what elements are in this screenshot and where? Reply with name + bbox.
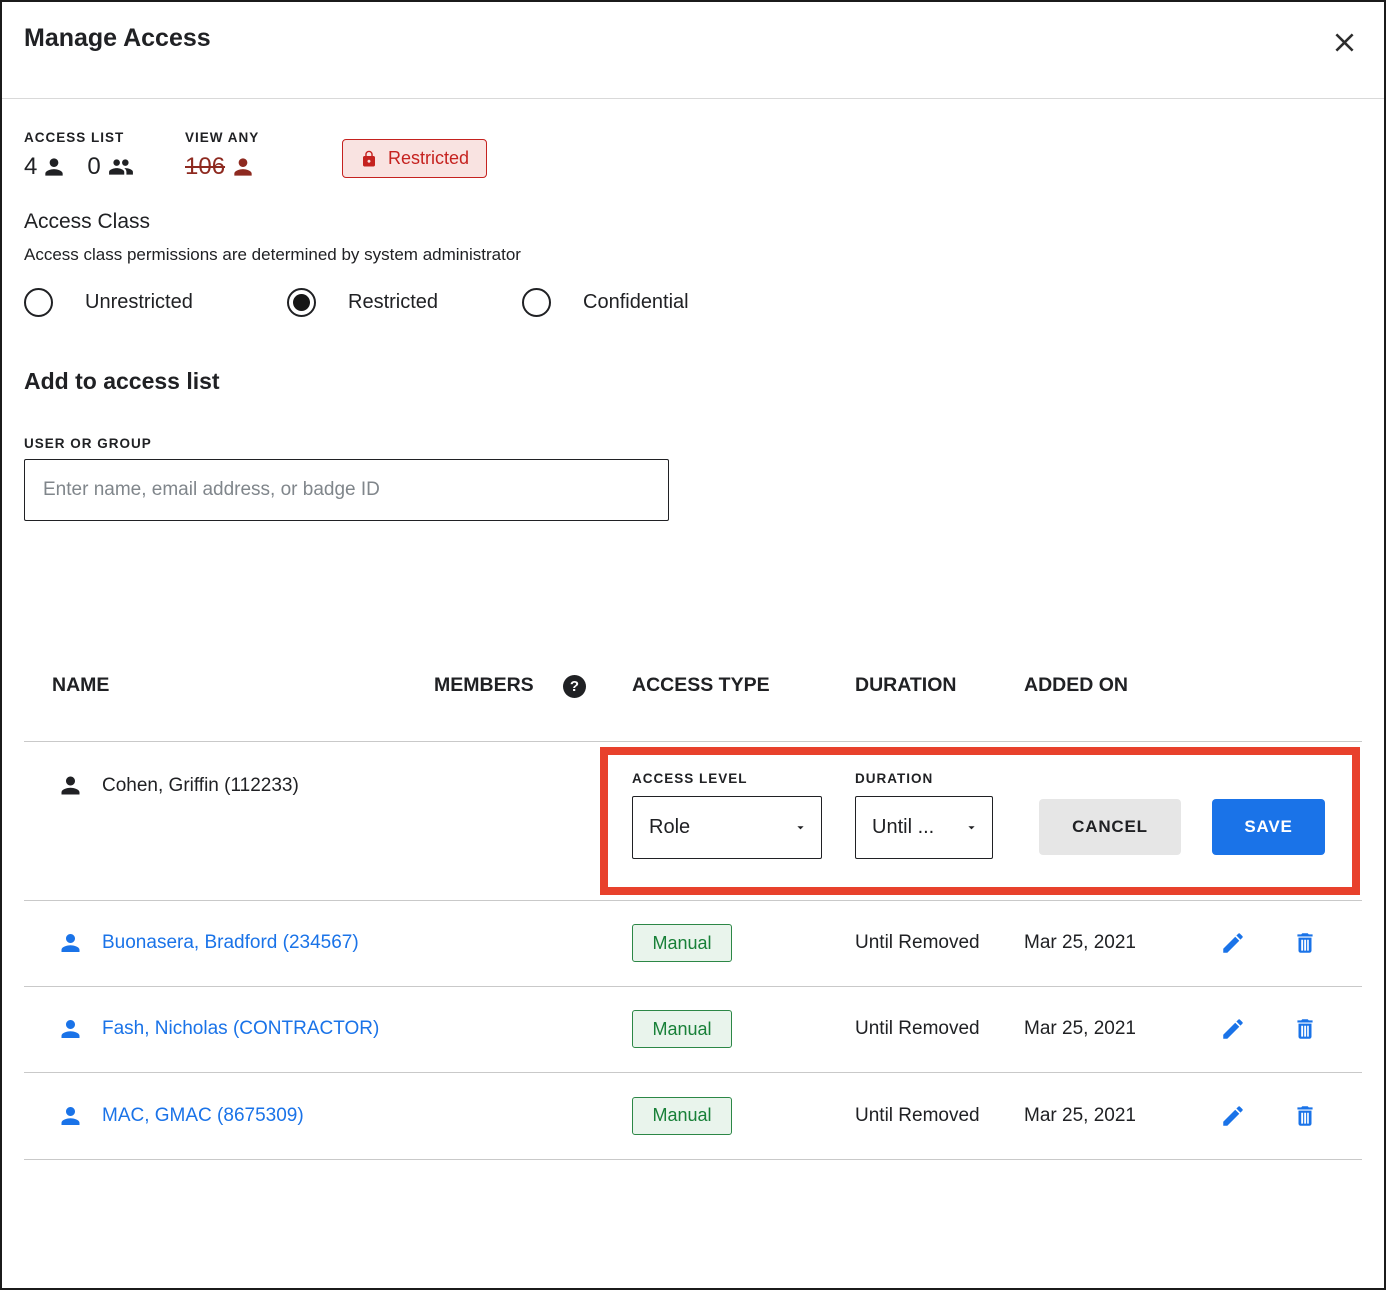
trash-icon (1292, 930, 1318, 956)
restricted-badge-label: Restricted (388, 148, 469, 169)
radio-label: Unrestricted (85, 291, 193, 314)
table-row: Buonasera, Bradford (234567) Manual Unti… (2, 900, 1384, 986)
table-row: Fash, Nicholas (CONTRACTOR) Manual Until… (2, 986, 1384, 1072)
access-list-label: ACCESS LIST (24, 130, 124, 145)
radio-indicator (522, 288, 551, 317)
trash-icon (1292, 1103, 1318, 1129)
member-name-link[interactable]: Buonasera, Bradford (234567) (102, 932, 359, 954)
view-any-count: 106 (185, 153, 225, 181)
duration-value: Until Removed (855, 1018, 980, 1040)
chevron-down-icon (793, 820, 808, 835)
access-class-radio-group: Unrestricted Restricted Confidential (24, 288, 924, 320)
delete-button[interactable] (1292, 930, 1318, 956)
chevron-down-icon (964, 820, 979, 835)
duration-value: Until ... (872, 816, 934, 839)
members-help-icon[interactable]: ? (563, 675, 586, 698)
edit-button[interactable] (1220, 1016, 1246, 1042)
column-header-added-on: ADDED ON (1024, 674, 1128, 697)
member-name-link[interactable]: Fash, Nicholas (CONTRACTOR) (102, 1018, 379, 1040)
person-icon (57, 772, 84, 799)
person-icon (230, 154, 256, 180)
people-icon (105, 154, 137, 180)
pencil-icon (1220, 1016, 1246, 1042)
person-icon (57, 1102, 84, 1129)
added-on-value: Mar 25, 2021 (1024, 1105, 1136, 1127)
radio-indicator (287, 288, 316, 317)
member-name: Cohen, Griffin (112233) (102, 775, 299, 797)
save-button[interactable]: SAVE (1212, 799, 1325, 855)
user-or-group-input[interactable] (24, 459, 669, 521)
view-any-count-group: 106 (185, 153, 256, 181)
edit-button[interactable] (1220, 1103, 1246, 1129)
member-name-link[interactable]: MAC, GMAC (8675309) (102, 1105, 304, 1127)
column-header-duration: DURATION (855, 674, 956, 697)
edit-button[interactable] (1220, 930, 1246, 956)
column-header-access-type: ACCESS TYPE (632, 674, 770, 697)
divider (24, 741, 1362, 742)
person-icon (57, 1016, 84, 1043)
delete-button[interactable] (1292, 1016, 1318, 1042)
radio-indicator (24, 288, 53, 317)
view-any-label: VIEW ANY (185, 130, 259, 145)
access-level-value: Role (649, 816, 690, 839)
access-class-description: Access class permissions are determined … (24, 245, 521, 265)
radio-label: Restricted (348, 291, 438, 314)
access-list-counts: 4 0 (24, 153, 137, 181)
lock-icon (360, 150, 378, 168)
table-row: MAC, GMAC (8675309) Manual Until Removed… (2, 1072, 1384, 1159)
access-level-select[interactable]: Role (632, 796, 822, 859)
person-icon (57, 930, 84, 957)
pencil-icon (1220, 1103, 1246, 1129)
duration-label: DURATION (855, 771, 933, 786)
duration-value: Until Removed (855, 1105, 980, 1127)
duration-value: Until Removed (855, 932, 980, 954)
radio-confidential[interactable]: Confidential (522, 288, 689, 317)
access-list-users-count: 4 (24, 153, 37, 181)
radio-restricted[interactable]: Restricted (287, 288, 438, 317)
radio-label: Confidential (583, 291, 689, 314)
divider (24, 1159, 1362, 1160)
restricted-status-badge: Restricted (342, 139, 487, 178)
radio-unrestricted[interactable]: Unrestricted (24, 288, 193, 317)
user-or-group-label: USER OR GROUP (24, 436, 152, 451)
column-header-members: MEMBERS (434, 674, 534, 697)
access-class-heading: Access Class (24, 210, 150, 234)
manage-access-dialog: Manage Access ACCESS LIST VIEW ANY 4 0 1… (0, 0, 1386, 1290)
access-level-label: ACCESS LEVEL (632, 771, 748, 786)
delete-button[interactable] (1292, 1103, 1318, 1129)
cancel-button[interactable]: CANCEL (1039, 799, 1181, 855)
access-type-badge: Manual (632, 924, 732, 962)
duration-select[interactable]: Until ... (855, 796, 993, 859)
add-to-access-list-heading: Add to access list (24, 368, 220, 395)
close-button[interactable] (1326, 24, 1362, 60)
access-list-groups-count: 0 (87, 153, 100, 181)
access-type-badge: Manual (632, 1010, 732, 1048)
page-title: Manage Access (24, 24, 211, 53)
added-on-value: Mar 25, 2021 (1024, 932, 1136, 954)
person-icon (41, 154, 67, 180)
divider (2, 98, 1384, 99)
close-icon (1329, 27, 1360, 58)
pencil-icon (1220, 930, 1246, 956)
added-on-value: Mar 25, 2021 (1024, 1018, 1136, 1040)
trash-icon (1292, 1016, 1318, 1042)
column-header-name: NAME (52, 674, 109, 697)
access-type-badge: Manual (632, 1097, 732, 1135)
